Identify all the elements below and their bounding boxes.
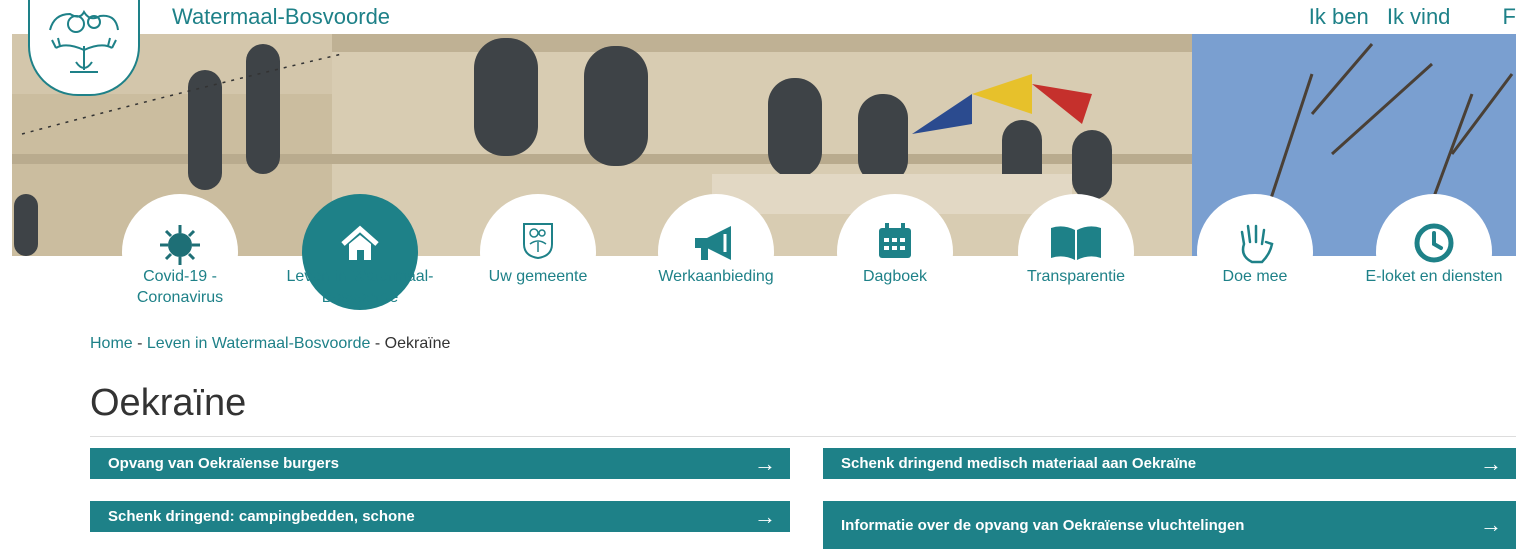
nav-label: E-loket en diensten <box>1365 268 1503 285</box>
nav-circle <box>1376 194 1492 310</box>
nav-label: Leven in Watermaal-Bosvoorde <box>286 268 434 306</box>
nav-item-e-loket[interactable]: E-loket en diensten <box>1354 194 1514 310</box>
megaphone-icon <box>695 226 731 260</box>
virus-icon <box>160 225 200 265</box>
nav-item-uw-gemeente[interactable]: Uw gemeente <box>458 194 618 310</box>
breadcrumb-section-link[interactable]: Leven in Watermaal-Bosvoorde <box>147 335 371 352</box>
card-informatie-opvang[interactable]: Informatie over de opvang van Oekraïense… <box>823 501 1516 549</box>
arrow-right-icon: → <box>754 503 776 529</box>
clock-icon <box>1414 223 1454 263</box>
top-bar: Watermaal-Bosvoorde Ik ben Ik vind F <box>0 0 1516 34</box>
page-title: Oekraïne <box>90 382 247 424</box>
breadcrumb: Home - Leven in Watermaal-Bosvoorde - Oe… <box>90 335 450 353</box>
nav-item-doe-mee[interactable]: Doe mee <box>1175 194 1335 310</box>
nav-label: Covid-19 - Coronavirus <box>136 268 224 306</box>
breadcrumb-separator: - <box>370 335 385 352</box>
arrow-right-icon: → <box>1480 512 1502 537</box>
breadcrumb-home-link[interactable]: Home <box>90 335 133 352</box>
nav-label: Werkaanbieding <box>658 268 774 285</box>
site-name-link[interactable]: Watermaal-Bosvoorde <box>172 4 390 30</box>
nav-item-dagboek[interactable]: Dagboek <box>815 194 975 310</box>
arrow-right-icon: → <box>754 450 776 476</box>
municipal-crest-icon <box>523 223 553 260</box>
home-icon <box>341 225 379 260</box>
nav-circle <box>1018 194 1134 310</box>
nav-circle <box>480 194 596 310</box>
card-campingbedden[interactable]: Schenk dringend: campingbedden, schone → <box>90 501 790 532</box>
nav-label: Doe mee <box>1222 268 1288 285</box>
nav-label: Transparentie <box>1026 268 1126 285</box>
nav-circle <box>658 194 774 310</box>
truncated-link[interactable]: F <box>1503 4 1516 29</box>
card-medisch-materiaal[interactable]: Schenk dringend medisch materiaal aan Oe… <box>823 448 1516 479</box>
nav-circle <box>1197 194 1313 310</box>
breadcrumb-current: Oekraïne <box>384 335 451 352</box>
municipality-logo[interactable] <box>28 0 140 96</box>
nav-item-leven[interactable]: Leven in Watermaal-Bosvoorde <box>280 194 440 310</box>
card-opvang-burgers[interactable]: Opvang van Oekraïense burgers → <box>90 448 790 479</box>
open-book-icon <box>1051 226 1101 260</box>
calendar-icon <box>879 223 911 258</box>
nav-circle <box>837 194 953 310</box>
card-label: Opvang van Oekraïense burgers <box>108 455 339 472</box>
card-label: Schenk dringend: campingbedden, schone <box>108 508 415 525</box>
arrow-right-icon: → <box>1480 450 1502 476</box>
nav-item-werkaanbieding[interactable]: Werkaanbieding <box>636 194 796 310</box>
top-links: Ik ben Ik vind F <box>1297 4 1516 30</box>
deer-crest-icon <box>49 9 119 73</box>
ik-ben-link[interactable]: Ik ben <box>1309 4 1369 29</box>
breadcrumb-separator: - <box>132 335 147 352</box>
nav-label: Uw gemeente <box>488 268 588 285</box>
nav-item-covid[interactable]: Covid-19 - Coronavirus <box>100 194 260 310</box>
ik-vind-link[interactable]: Ik vind <box>1387 4 1451 29</box>
title-divider <box>90 436 1516 437</box>
card-label: Schenk dringend medisch materiaal aan Oe… <box>841 455 1197 472</box>
nav-item-transparentie[interactable]: Transparentie <box>996 194 1156 310</box>
raised-hand-icon <box>1240 224 1274 264</box>
nav-label: Dagboek <box>862 268 928 285</box>
card-label: Informatie over de opvang van Oekraïense… <box>841 516 1245 534</box>
